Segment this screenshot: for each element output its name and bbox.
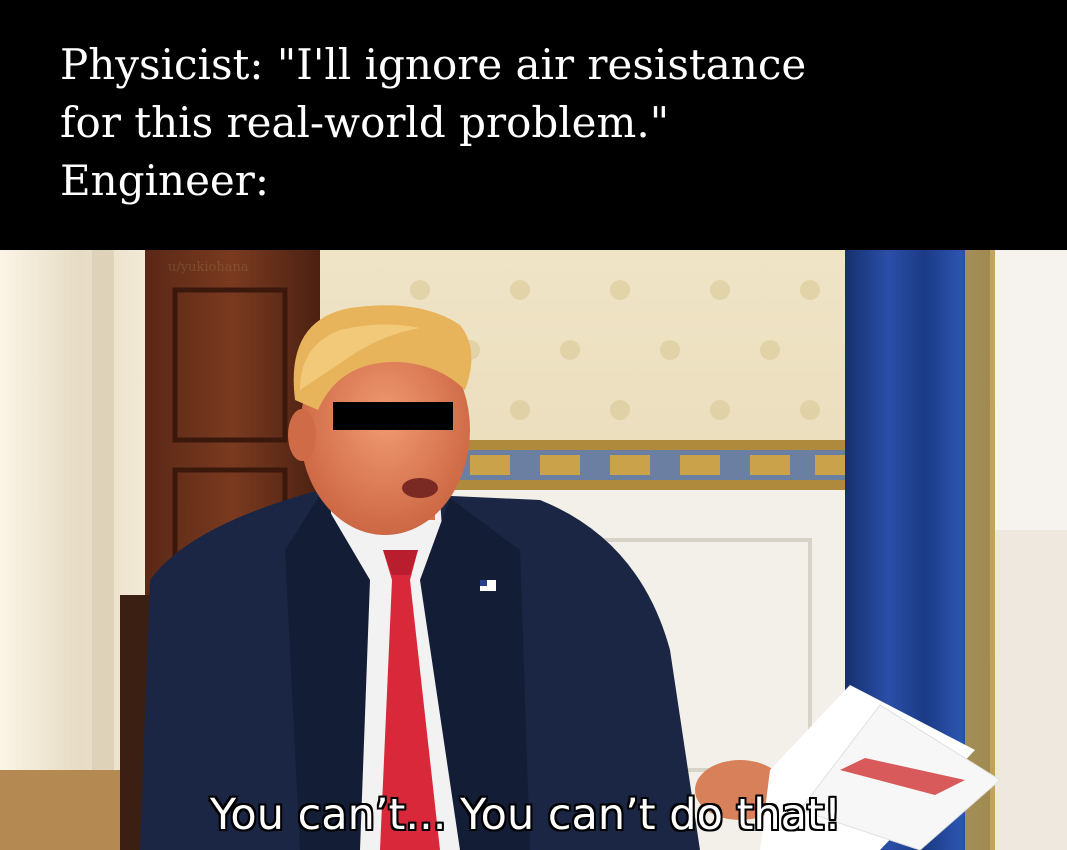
watermark-text: u/yukiohana [168, 260, 249, 275]
caption-line-1: Physicist: "I'll ignore air resistance [60, 40, 807, 89]
meme-image: u/yukiohana You can’t... You can’t do th… [0, 250, 1067, 850]
scene-illustration [0, 250, 1067, 850]
caption-panel: Physicist: "I'll ignore air resistance f… [0, 0, 1067, 250]
caption-line-2: for this real-world problem." [60, 98, 670, 147]
subtitle-text: You can’t... You can’t do that! [209, 790, 842, 840]
censor-bar [333, 402, 453, 430]
caption-line-3: Engineer: [60, 156, 270, 205]
meme-caption: Physicist: "I'll ignore air resistance f… [60, 36, 1040, 210]
